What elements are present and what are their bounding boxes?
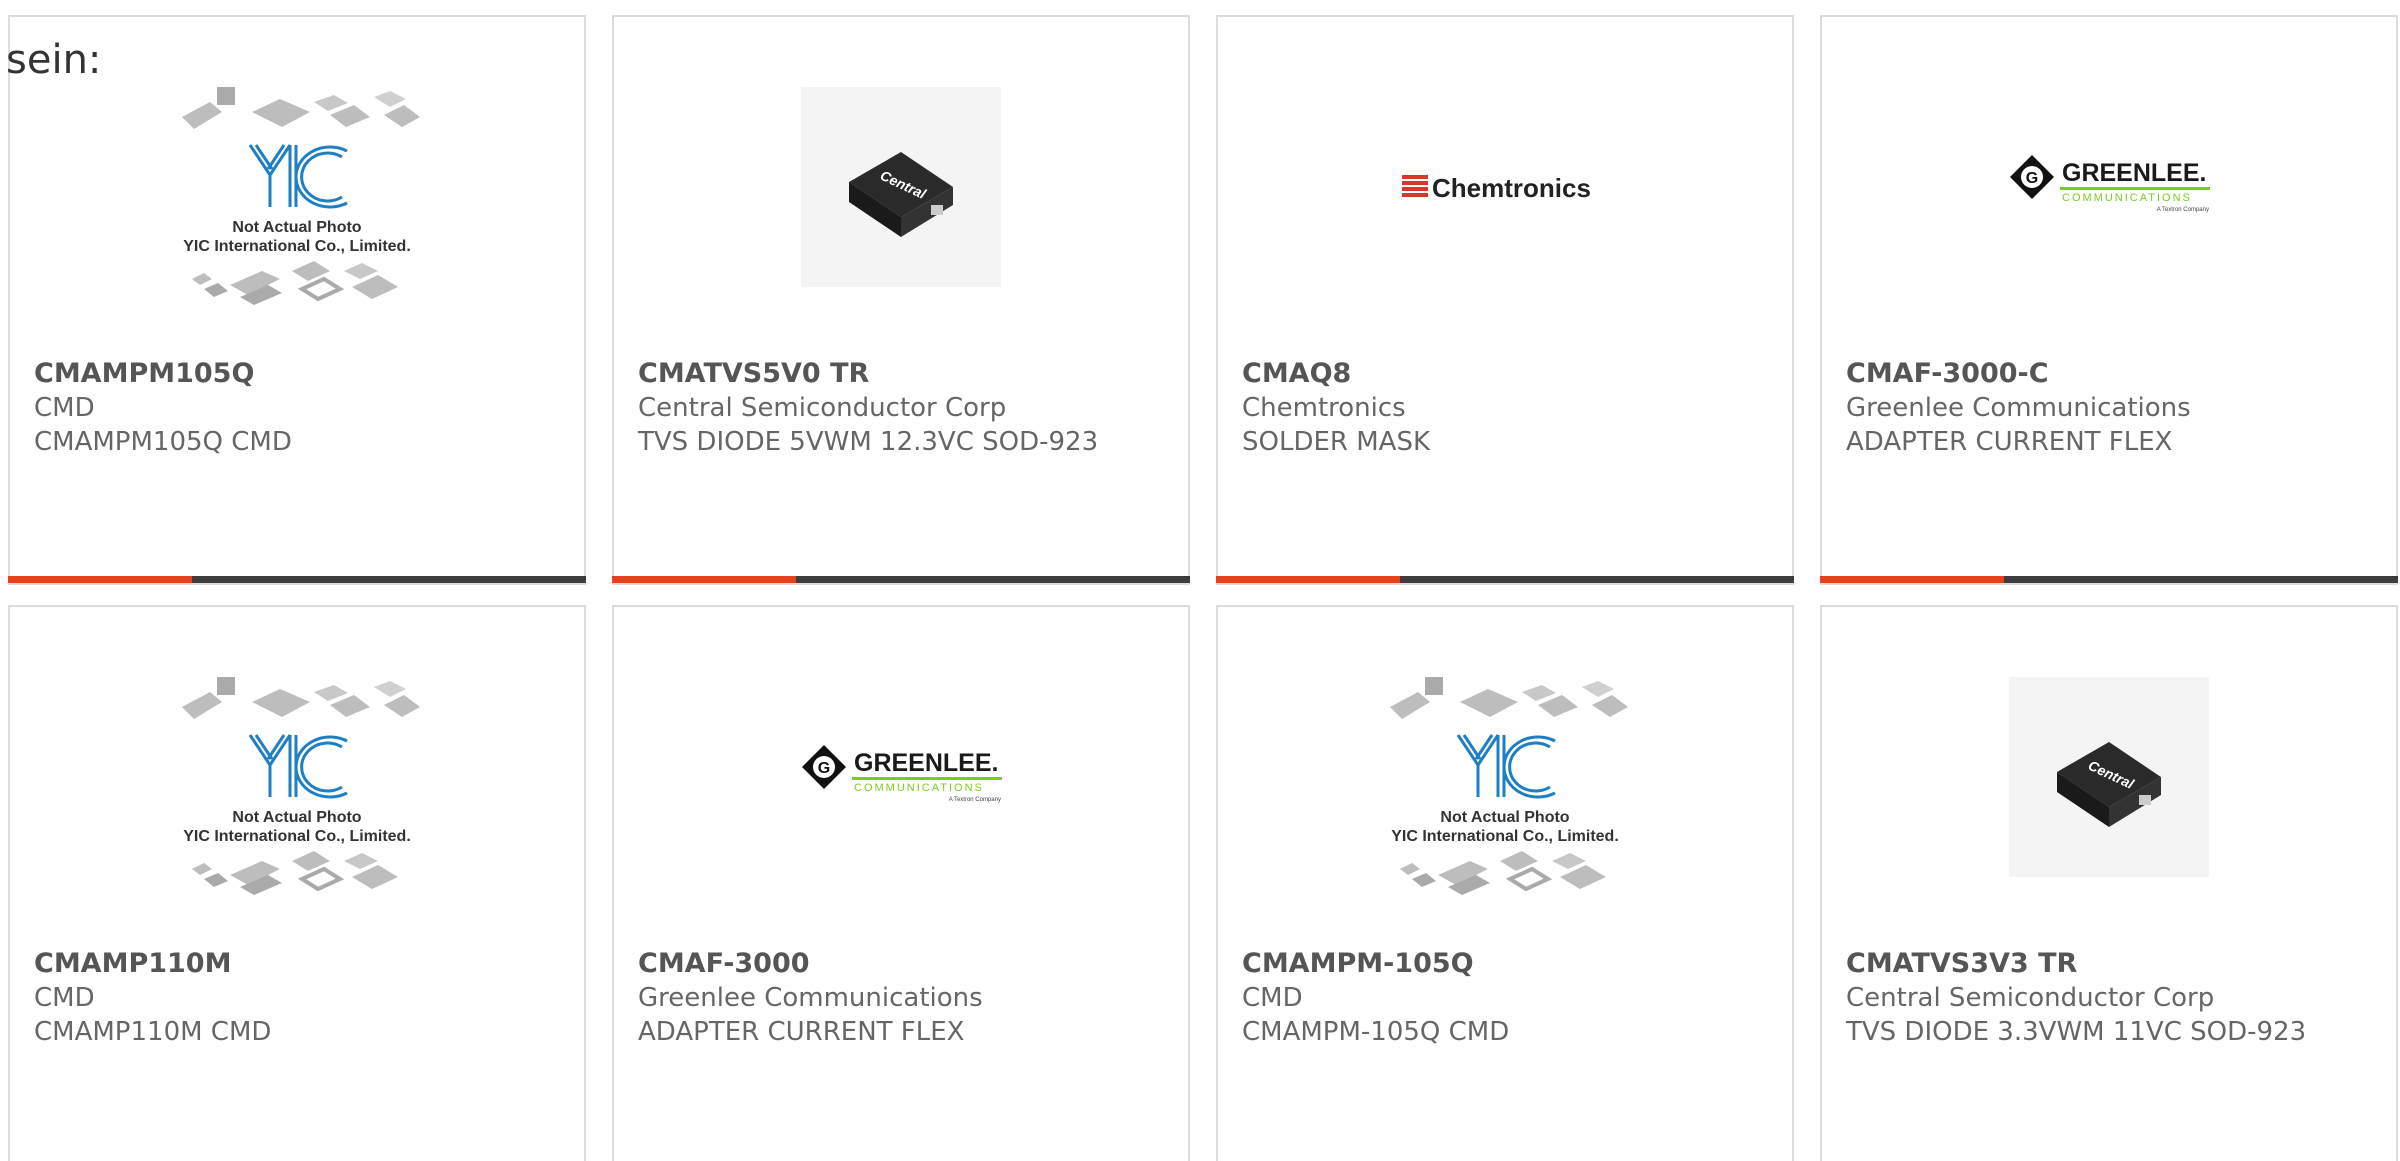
product-image[interactable]: G GREENLEE. COMMUNICATIONS A Textron Com…	[1822, 17, 2396, 357]
description: ADAPTER CURRENT FLEX	[1846, 427, 2173, 457]
yic-placeholder-image: Not Actual Photo YIC International Co., …	[1390, 677, 1628, 895]
product-image[interactable]: Not Actual Photo YIC International Co., …	[10, 607, 584, 947]
product-info: CMAQ8 Chemtronics SOLDER MASK	[1242, 357, 1722, 459]
product-card[interactable]: Not Actual Photo YIC International Co., …	[8, 15, 586, 585]
card-accent-bar	[612, 576, 796, 583]
svg-text:COMMUNICATIONS: COMMUNICATIONS	[854, 782, 984, 794]
description: CMAMP110M CMD	[34, 1017, 272, 1047]
manufacturer: Central Semiconductor Corp	[1846, 983, 2215, 1013]
description: SOLDER MASK	[1242, 427, 1431, 457]
card-accent-bar	[8, 576, 192, 583]
manufacturer: CMD	[34, 983, 95, 1013]
card-bottom-bar	[1820, 576, 2398, 583]
svg-text:GREENLEE.: GREENLEE.	[2062, 159, 2206, 187]
manufacturer: CMD	[34, 393, 95, 423]
sod923-chip-photo: Central	[801, 87, 1001, 287]
description: CMAMPM105Q CMD	[34, 427, 292, 457]
product-image[interactable]: Chemtronics	[1218, 17, 1792, 357]
product-image[interactable]: Not Actual Photo YIC International Co., …	[1218, 607, 1792, 947]
product-card[interactable]: G GREENLEE. COMMUNICATIONS A Textron Com…	[612, 605, 1190, 1161]
card-bottom-bar	[1216, 576, 1794, 583]
svg-text:G: G	[2026, 170, 2038, 187]
product-card[interactable]: Central CMATVS3V3 TR Central Semiconduct…	[1820, 605, 2398, 1161]
svg-text:YIC International Co., Limited: YIC International Co., Limited.	[1391, 828, 1619, 845]
product-info: CMAMP110M CMD CMAMP110M CMD	[34, 947, 514, 1049]
sod923-chip-photo: Central	[2009, 677, 2209, 877]
intro-text: sein:	[6, 37, 102, 83]
greenlee-logo: G GREENLEE. COMMUNICATIONS A Textron Com…	[802, 745, 1002, 803]
svg-text:COMMUNICATIONS: COMMUNICATIONS	[2062, 192, 2192, 204]
svg-text:Not Actual Photo: Not Actual Photo	[232, 809, 361, 826]
part-number[interactable]: CMAQ8	[1242, 357, 1722, 391]
svg-text:G: G	[818, 760, 830, 777]
product-card[interactable]: Not Actual Photo YIC International Co., …	[8, 605, 586, 1161]
part-number[interactable]: CMATVS5V0 TR	[638, 357, 1118, 391]
product-info: CMAMPM105Q CMD CMAMPM105Q CMD	[34, 357, 514, 459]
product-info: CMAF-3000-C Greenlee Communications ADAP…	[1846, 357, 2326, 459]
product-info: CMATVS5V0 TR Central Semiconductor Corp …	[638, 357, 1118, 459]
description: TVS DIODE 5VWM 12.3VC SOD-923	[638, 427, 1099, 457]
card-accent-bar	[1820, 576, 2004, 583]
svg-text:A Textron Company: A Textron Company	[949, 797, 1001, 803]
yic-placeholder-image: Not Actual Photo YIC International Co., …	[182, 677, 420, 895]
card-bottom-bar	[8, 576, 586, 583]
product-image[interactable]: G GREENLEE. COMMUNICATIONS A Textron Com…	[614, 607, 1188, 947]
part-number[interactable]: CMAF-3000	[638, 947, 1118, 981]
product-info: CMATVS3V3 TR Central Semiconductor Corp …	[1846, 947, 2326, 1049]
product-card[interactable]: Not Actual Photo YIC International Co., …	[1216, 605, 1794, 1161]
product-card[interactable]: G GREENLEE. COMMUNICATIONS A Textron Com…	[1820, 15, 2398, 585]
svg-text:Not Actual Photo: Not Actual Photo	[232, 219, 361, 236]
svg-text:A Textron Company: A Textron Company	[2157, 207, 2209, 213]
product-info: CMAMPM-105Q CMD CMAMPM-105Q CMD	[1242, 947, 1722, 1049]
product-grid-page: sein: Not Actual Photo YIC International…	[0, 0, 2400, 1161]
manufacturer: Central Semiconductor Corp	[638, 393, 1007, 423]
part-number[interactable]: CMATVS3V3 TR	[1846, 947, 2326, 981]
greenlee-logo: G GREENLEE. COMMUNICATIONS A Textron Com…	[2010, 155, 2210, 213]
product-image[interactable]: Central	[1822, 607, 2396, 947]
product-grid: Not Actual Photo YIC International Co., …	[0, 0, 2400, 1161]
part-number[interactable]: CMAMPM105Q	[34, 357, 514, 391]
chemtronics-logo: Chemtronics	[1402, 173, 1591, 203]
svg-text:Chemtronics: Chemtronics	[1432, 173, 1591, 203]
yic-placeholder-image: Not Actual Photo YIC International Co., …	[182, 87, 420, 305]
svg-text:YIC International Co., Limited: YIC International Co., Limited.	[183, 238, 411, 255]
product-card[interactable]: Chemtronics CMAQ8 Chemtronics SOLDER MAS…	[1216, 15, 1794, 585]
card-bottom-bar	[612, 576, 1190, 583]
manufacturer: Greenlee Communications	[638, 983, 983, 1013]
manufacturer: Greenlee Communications	[1846, 393, 2191, 423]
description: CMAMPM-105Q CMD	[1242, 1017, 1510, 1047]
part-number[interactable]: CMAF-3000-C	[1846, 357, 2326, 391]
card-accent-bar	[1216, 576, 1400, 583]
svg-text:Not Actual Photo: Not Actual Photo	[1440, 809, 1569, 826]
product-image[interactable]: Central	[614, 17, 1188, 357]
svg-text:GREENLEE.: GREENLEE.	[854, 749, 998, 777]
manufacturer: Chemtronics	[1242, 393, 1406, 423]
description: TVS DIODE 3.3VWM 11VC SOD-923	[1846, 1017, 2307, 1047]
svg-text:YIC International Co., Limited: YIC International Co., Limited.	[183, 828, 411, 845]
description: ADAPTER CURRENT FLEX	[638, 1017, 965, 1047]
part-number[interactable]: CMAMPM-105Q	[1242, 947, 1722, 981]
product-card[interactable]: Central CMATVS5V0 TR Central Semiconduct…	[612, 15, 1190, 585]
part-number[interactable]: CMAMP110M	[34, 947, 514, 981]
manufacturer: CMD	[1242, 983, 1303, 1013]
product-info: CMAF-3000 Greenlee Communications ADAPTE…	[638, 947, 1118, 1049]
